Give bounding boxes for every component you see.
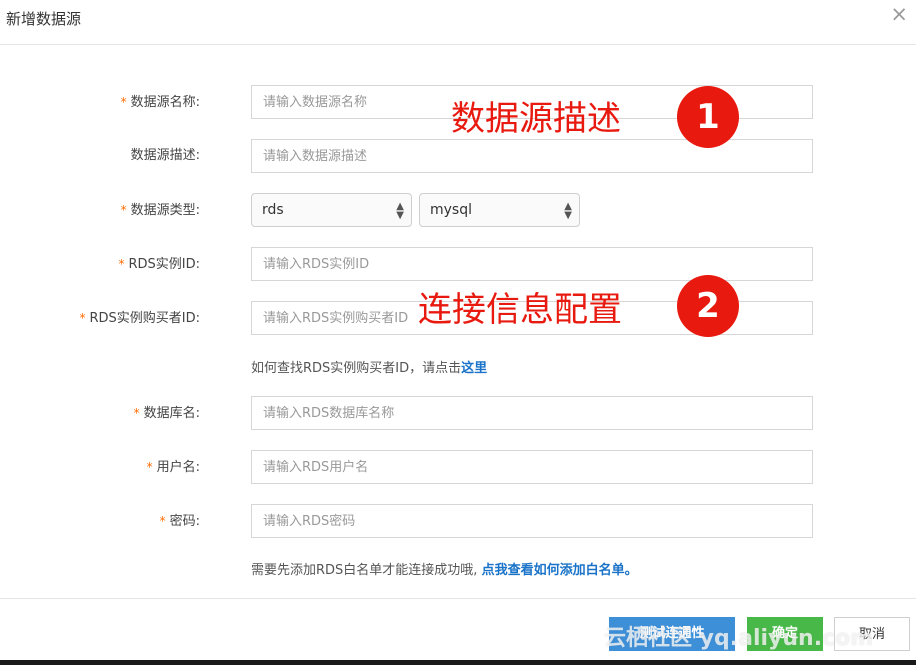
select-arrows-icon: ▲ ▼ (564, 201, 572, 221)
password-input[interactable] (251, 504, 813, 538)
bottom-edge (0, 660, 916, 665)
desc-label: 数据源描述: (130, 148, 200, 163)
instance-label: * RDS实例ID: (118, 257, 200, 272)
required-mark: * (133, 406, 140, 420)
rds-instance-id-input[interactable] (251, 247, 813, 281)
required-mark: * (159, 514, 166, 528)
whitelist-help-text: 需要先添加RDS白名单才能连接成功哦, 点我查看如何添加白名单。 (251, 563, 638, 578)
database-name-input[interactable] (251, 396, 813, 430)
type-select-value: rds (262, 202, 284, 218)
form-row-database: * 数据库名: (0, 396, 916, 430)
datasource-desc-input[interactable] (251, 139, 813, 173)
datasource-type-select[interactable]: rds ▲ ▼ (251, 193, 412, 227)
close-icon[interactable]: × (890, 3, 908, 25)
required-mark: * (118, 257, 125, 271)
name-label: * 数据源名称: (120, 95, 200, 110)
required-mark: * (146, 460, 153, 474)
annotation-connection: 连接信息配置 (418, 290, 622, 330)
form-row-password: * 密码: (0, 504, 916, 538)
dialog-header: 新增数据源 × (0, 0, 916, 45)
buyer-help-link[interactable]: 这里 (461, 361, 487, 376)
cancel-button[interactable]: 取消 (834, 617, 910, 651)
select-arrows-icon: ▲ ▼ (396, 201, 404, 221)
buyer-help-text: 如何查找RDS实例购买者ID，请点击这里 (251, 361, 488, 376)
dialog-footer: 测试连通性 确定 取消 (0, 598, 916, 665)
whitelist-help-link[interactable]: 点我查看如何添加白名单。 (482, 563, 638, 578)
required-mark: * (120, 203, 127, 217)
form-row-desc: 数据源描述: (0, 139, 916, 173)
database-label: * 数据库名: (133, 406, 200, 421)
username-label: * 用户名: (146, 460, 200, 475)
form-row-instance: * RDS实例ID: (0, 247, 916, 281)
dialog-title: 新增数据源 (6, 10, 82, 28)
required-mark: * (79, 311, 86, 325)
required-mark: * (120, 95, 127, 109)
datasource-subtype-select[interactable]: mysql ▲ ▼ (419, 193, 580, 227)
annotation-description: 数据源描述 (451, 99, 621, 139)
annotation-badge-1: 1 (677, 86, 739, 148)
username-input[interactable] (251, 450, 813, 484)
subtype-select-value: mysql (430, 202, 472, 218)
form-row-type: * 数据源类型: rds ▲ ▼ mysql ▲ ▼ (0, 193, 916, 227)
confirm-button[interactable]: 确定 (747, 617, 823, 651)
form-row-username: * 用户名: (0, 450, 916, 484)
annotation-badge-2: 2 (677, 275, 739, 337)
test-connection-button[interactable]: 测试连通性 (609, 617, 735, 651)
buyer-label: * RDS实例购买者ID: (79, 311, 200, 326)
password-label: * 密码: (159, 514, 200, 529)
type-label: * 数据源类型: (120, 203, 200, 218)
